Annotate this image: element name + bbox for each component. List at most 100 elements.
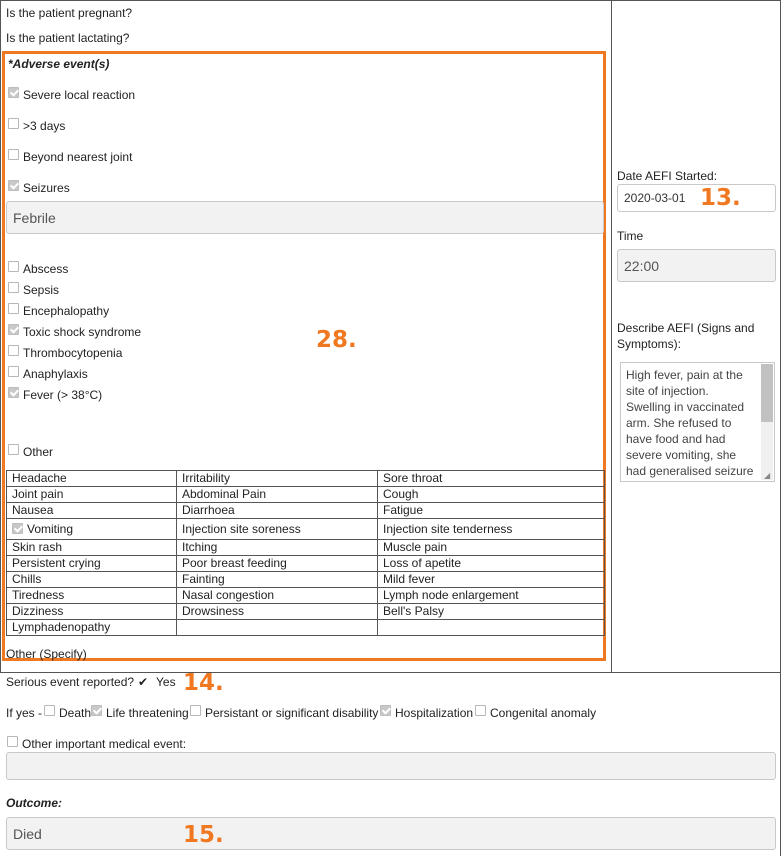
label-persistent-disability: Persistant or significant disability [205,706,379,720]
checkmark-icon: ✔ [138,675,149,689]
table-row: Dizziness Drowsiness Bell's Palsy [6,603,605,620]
symptom-cell[interactable]: Abdominal Pain [176,486,378,503]
symptom-cell[interactable]: Persistent crying [6,555,177,572]
if-yes-label: If yes - [6,706,43,720]
label-death: Death [59,706,92,720]
symptom-cell [176,619,378,636]
symptom-cell[interactable]: Fainting [176,571,378,588]
symptom-cell[interactable]: Mild fever [377,571,605,588]
label-life-threatening: Life threatening [106,706,189,720]
symptom-cell[interactable]: Lymph node enlargement [377,587,605,604]
outcome-select[interactable]: Died [6,817,776,850]
checkbox-death[interactable] [44,705,55,716]
resize-handle-icon[interactable]: ◢ [764,472,772,480]
checkbox-toxic-shock-syndrome[interactable] [8,324,19,335]
table-row: Joint pain Abdominal Pain Cough [6,486,605,503]
label-anaphylaxis: Anaphylaxis [23,367,88,381]
checkbox-encephalopathy[interactable] [8,303,19,314]
label-severe-local-reaction: Severe local reaction [23,88,136,102]
describe-aefi-textarea[interactable]: High fever, pain at the site of injectio… [620,362,775,482]
date-aefi-input[interactable]: 2020-03-01 [617,184,776,212]
symptom-cell[interactable]: Irritability [176,470,378,487]
symptom-cell[interactable]: Dizziness [6,603,177,620]
checkbox-anaphylaxis[interactable] [8,366,19,377]
symptom-cell[interactable]: Tiredness [6,587,177,604]
checkbox-persistent-disability[interactable] [190,705,201,716]
outcome-label: Outcome: [6,796,63,810]
frame-right [780,0,781,672]
symptom-cell[interactable]: Injection site soreness [176,518,378,540]
symptom-cell[interactable]: Skin rash [6,539,177,556]
symptom-cell[interactable]: Injection site tenderness [377,518,605,540]
symptom-cell[interactable]: Poor breast feeding [176,555,378,572]
table-row: Chills Fainting Mild fever [6,571,605,588]
table-row: Lymphadenopathy [6,619,605,636]
describe-aefi-label: Describe AEFI (Signs and Symptoms): [617,321,755,351]
label-beyond-nearest-joint: Beyond nearest joint [23,150,133,164]
symptom-cell[interactable]: Lymphadenopathy [6,619,177,636]
question-pregnant: Is the patient pregnant? [6,6,133,20]
checkbox-hospitalization[interactable] [380,705,391,716]
symptom-cell[interactable]: Bell's Palsy [377,603,605,620]
checkbox-fever[interactable] [8,387,19,398]
label-other-adverse: Other [23,445,54,459]
seizure-type-select[interactable]: Febrile [6,201,604,234]
label-sepsis: Sepsis [23,283,60,297]
adverse-events-title: *Adverse event(s) [8,57,110,71]
checkbox-other-medical-event[interactable] [7,736,18,747]
table-row: Headache Irritability Sore throat [6,470,605,487]
annotation-14: 14. [183,670,224,696]
checkbox-other-adverse[interactable] [8,444,19,455]
checkbox-congenital-anomaly[interactable] [475,705,486,716]
label-fever: Fever (> 38°C) [23,388,103,402]
label-seizures: Seizures [23,181,70,195]
checkbox-vomiting[interactable] [12,522,23,534]
checkbox-sepsis[interactable] [8,282,19,293]
checkbox-severe-local-reaction[interactable] [8,87,19,98]
symptom-cell[interactable]: Itching [176,539,378,556]
frame-right-lower [780,672,781,856]
symptom-cell[interactable]: Joint pain [6,486,177,503]
checkbox-thrombocytopenia[interactable] [8,345,19,356]
date-aefi-label: Date AEFI Started: [617,169,718,183]
frame-divider [611,0,612,672]
checkbox-abscess[interactable] [8,261,19,272]
symptom-cell[interactable]: Fatigue [377,502,605,519]
symptom-cell[interactable]: Chills [6,571,177,588]
symptom-cell[interactable]: Drowsiness [176,603,378,620]
checkbox-beyond-nearest-joint[interactable] [8,149,19,160]
symptom-cell[interactable]: Nasal congestion [176,587,378,604]
checkbox-seizures[interactable] [8,180,19,191]
symptom-cell[interactable]: Diarrhoea [176,502,378,519]
annotation-28: 28. [316,327,357,353]
symptom-cell-vomiting[interactable]: Vomiting [6,518,177,540]
textarea-scrollbar-thumb[interactable] [761,364,773,422]
symptom-cell[interactable]: Cough [377,486,605,503]
serious-event-label: Serious event reported? [6,675,135,689]
annotation-15: 15. [183,822,224,848]
label-vomiting: Vomiting [27,521,74,536]
label-congenital-anomaly: Congenital anomaly [490,706,597,720]
other-medical-event-input[interactable] [6,752,776,780]
checkbox-more-than-3-days[interactable] [8,118,19,129]
symptoms-table: Headache Irritability Sore throat Joint … [6,470,605,636]
symptom-cell[interactable]: Muscle pain [377,539,605,556]
symptom-cell [377,619,605,636]
symptom-cell[interactable]: Sore throat [377,470,605,487]
serious-event-value: Yes [156,675,176,689]
symptom-cell[interactable]: Loss of apetite [377,555,605,572]
table-row: Nausea Diarrhoea Fatigue [6,502,605,519]
frame-left [0,0,1,672]
symptom-cell[interactable]: Headache [6,470,177,487]
table-row: Vomiting Injection site soreness Injecti… [6,518,605,540]
symptom-cell[interactable]: Nausea [6,502,177,519]
label-more-than-3-days: >3 days [23,119,66,133]
describe-aefi-text: High fever, pain at the site of injectio… [626,368,754,481]
checkbox-life-threatening[interactable] [91,705,102,716]
label-thrombocytopenia: Thrombocytopenia [23,346,123,360]
time-input[interactable]: 22:00 [617,249,776,282]
frame-top [0,0,781,1]
label-hospitalization: Hospitalization [395,706,474,720]
label-abscess: Abscess [23,262,69,276]
table-row: Persistent crying Poor breast feeding Lo… [6,555,605,572]
